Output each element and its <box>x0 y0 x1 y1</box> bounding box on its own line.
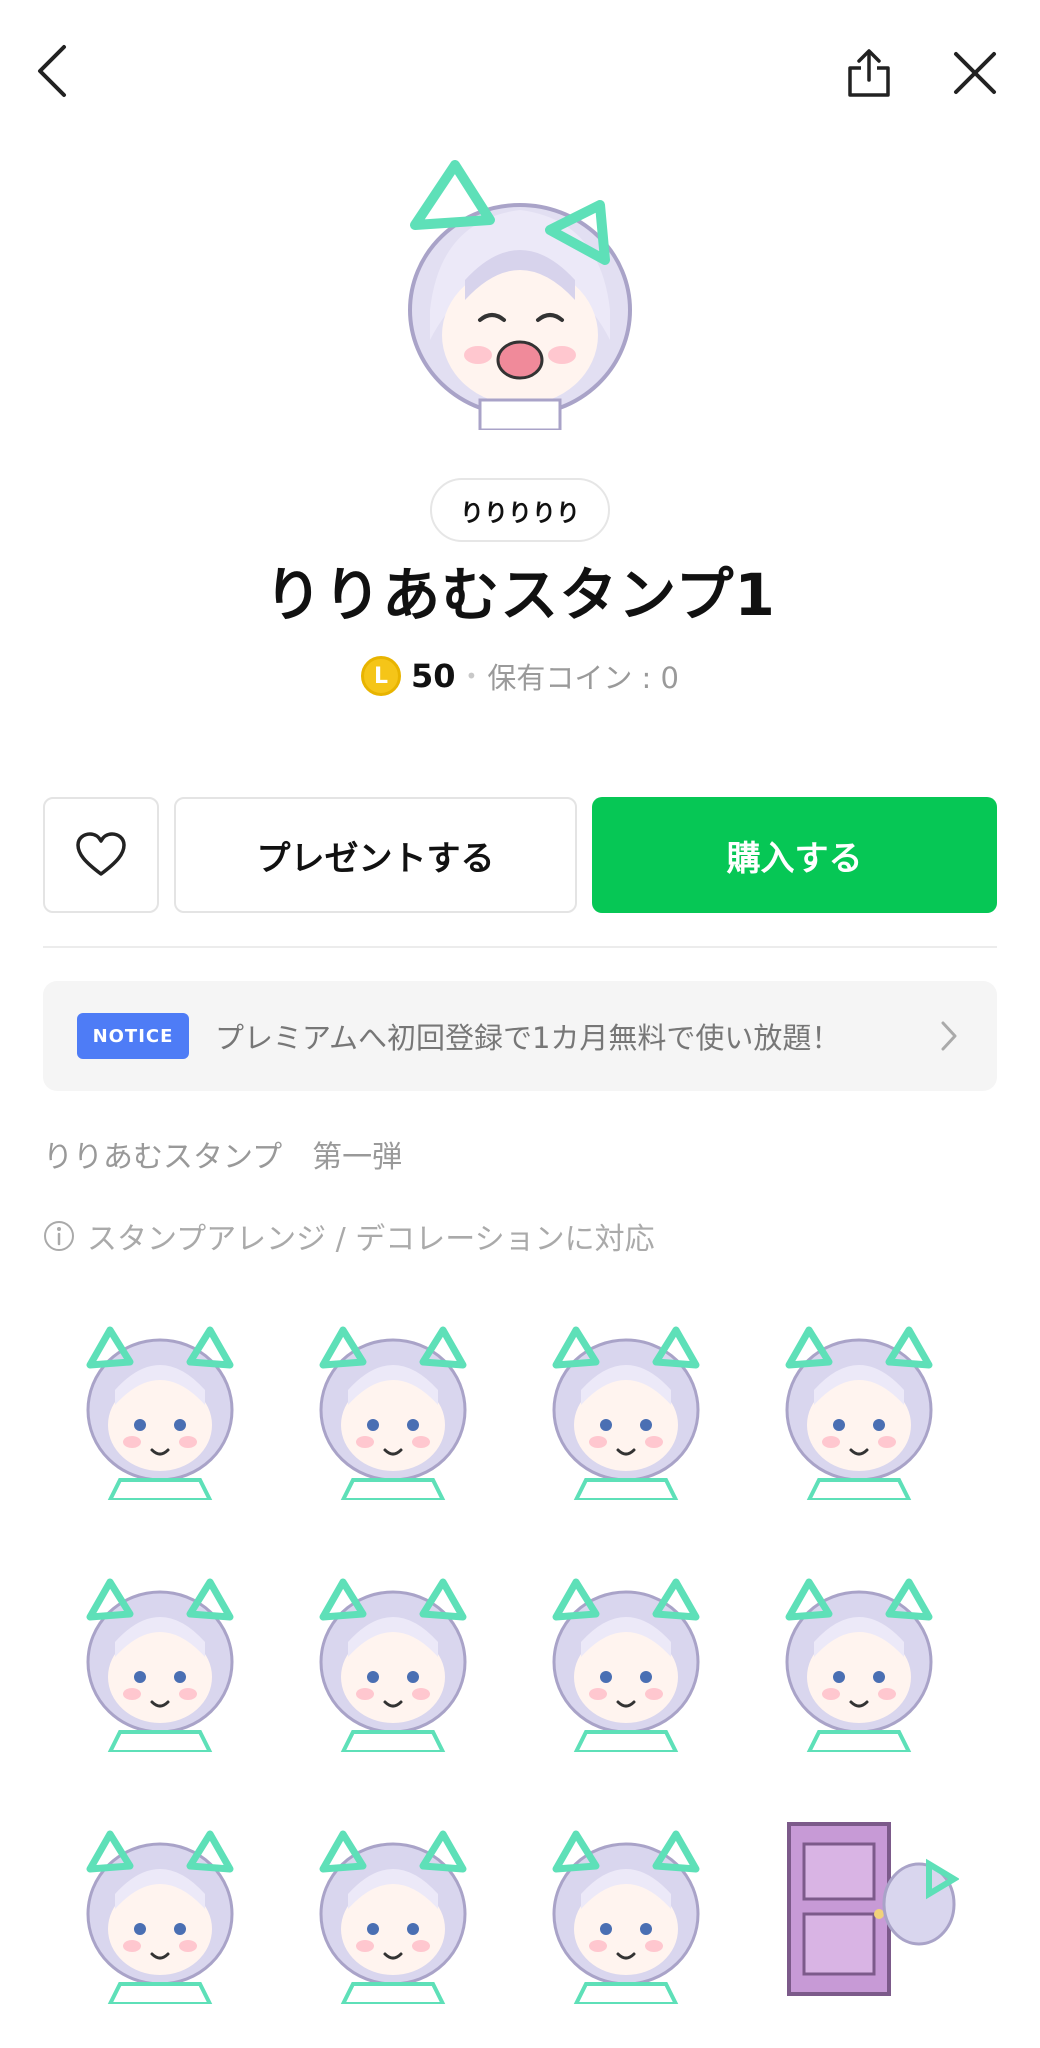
chevron-right-icon <box>941 1021 957 1051</box>
notice-banner[interactable]: NOTICE プレミアムへ初回登録で1カ月無料で使い放題！ <box>43 981 997 1091</box>
sticker-thumbnail[interactable] <box>526 1552 726 1754</box>
owned-coins: 保有コイン : 0 <box>487 661 679 695</box>
divider <box>43 946 997 948</box>
price-row: L 50 • 保有コイン : 0 <box>0 650 1040 702</box>
price-value: 50 <box>411 657 456 695</box>
sticker-thumbnail[interactable] <box>293 1300 493 1502</box>
sticker-thumbnail[interactable] <box>526 1300 726 1502</box>
sticker-thumbnail[interactable] <box>293 1804 493 2006</box>
line-coin-icon: L <box>361 656 401 696</box>
package-description: りりあむスタンプ 第一弾 <box>43 1140 403 1175</box>
sticker-thumbnail[interactable] <box>60 1552 260 1754</box>
notice-text: プレミアムへ初回登録で1カ月無料で使い放題！ <box>215 1021 841 1055</box>
notice-badge: NOTICE <box>77 1013 189 1059</box>
sticker-thumbnail[interactable] <box>759 1300 959 1502</box>
main-sticker-image <box>370 160 670 432</box>
wishlist-button[interactable] <box>43 797 159 913</box>
sticker-thumbnail[interactable] <box>759 1552 959 1754</box>
top-bar <box>0 0 1040 140</box>
gift-button[interactable]: プレゼントする <box>174 797 577 913</box>
chevron-left-icon <box>38 45 66 97</box>
sticker-thumbnail[interactable] <box>60 1804 260 2006</box>
share-button[interactable] <box>838 38 900 108</box>
sticker-thumbnail[interactable] <box>293 1552 493 1754</box>
sticker-thumbnail[interactable] <box>526 1804 726 2006</box>
sticker-thumbnail[interactable] <box>60 1300 260 1502</box>
buy-button[interactable]: 購入する <box>592 797 997 913</box>
separator-dot: • <box>465 664 478 688</box>
back-button[interactable] <box>26 36 76 106</box>
package-title: りりあむスタンプ1 <box>264 561 776 629</box>
sticker-thumbnail[interactable] <box>759 1804 960 2004</box>
close-icon <box>954 52 996 94</box>
close-button[interactable] <box>944 38 1006 108</box>
author-chip[interactable]: りりりりり <box>430 478 610 542</box>
arrange-note-text: スタンプアレンジ / デコレーションに対応 <box>87 1222 655 1257</box>
arrange-note[interactable]: スタンプアレンジ / デコレーションに対応 <box>43 1214 655 1258</box>
info-icon <box>44 1221 74 1251</box>
share-icon <box>848 49 890 97</box>
heart-icon <box>76 832 126 876</box>
